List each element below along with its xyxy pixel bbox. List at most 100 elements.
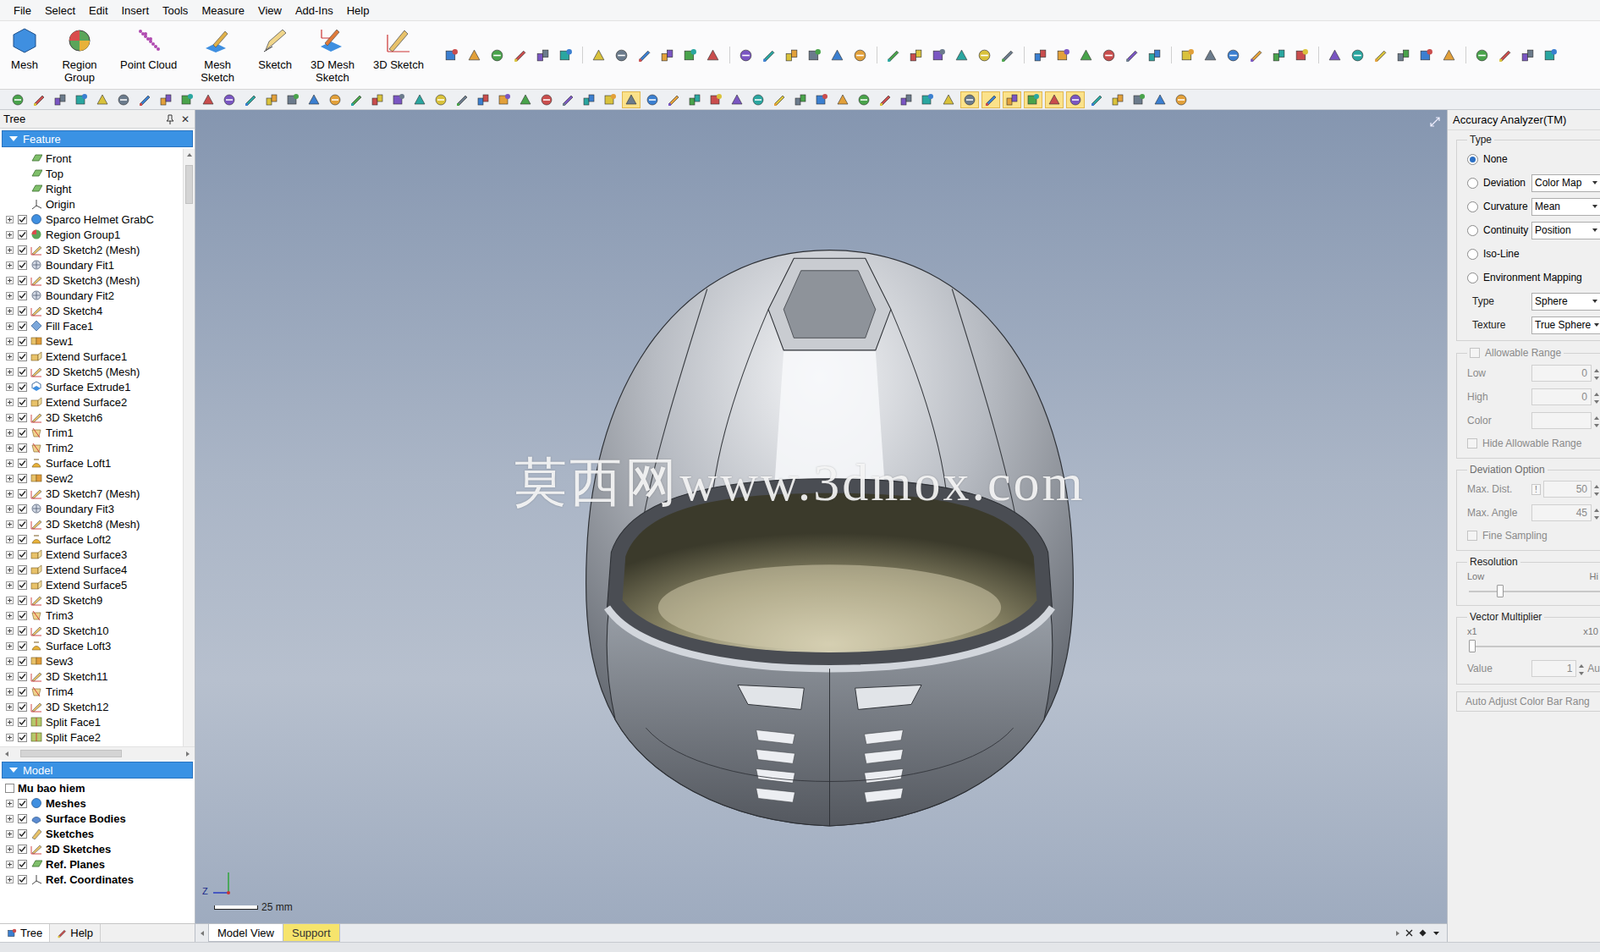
visibility-checkbox[interactable]: [17, 428, 28, 438]
vector-value[interactable]: Value1Au: [1467, 656, 1600, 681]
expand-toggle[interactable]: [5, 474, 14, 483]
ribbon-button[interactable]: Mesh: [5, 22, 44, 88]
radio-button[interactable]: [1467, 153, 1479, 165]
menu-item[interactable]: Measure: [194, 2, 252, 19]
toolbar-button[interactable]: [71, 91, 91, 109]
menu-item[interactable]: View: [251, 2, 289, 19]
feature-item[interactable]: Sew2: [0, 470, 183, 486]
expand-toggle[interactable]: [5, 352, 14, 361]
pin-icon[interactable]: [165, 114, 175, 125]
ribbon-button[interactable]: 3D Mesh Sketch: [298, 22, 367, 88]
visibility-checkbox[interactable]: [17, 291, 28, 301]
visibility-checkbox[interactable]: [17, 641, 28, 651]
ribbon-tool[interactable]: [556, 46, 576, 64]
feature-item[interactable]: 3D Sketch6: [0, 409, 183, 425]
model-item[interactable]: Ref. Coordinates: [0, 871, 195, 887]
type-option[interactable]: DeviationColor Map: [1467, 170, 1600, 195]
ribbon-tool[interactable]: [851, 46, 870, 64]
visibility-checkbox[interactable]: [17, 214, 28, 225]
toolbar-button[interactable]: [473, 91, 493, 109]
toolbar-button[interactable]: [1129, 91, 1149, 109]
expand-toggle[interactable]: [5, 398, 14, 407]
toolbar-button[interactable]: [1044, 91, 1064, 109]
feature-item[interactable]: Trim4: [0, 683, 183, 699]
toolbar-button[interactable]: [981, 91, 1001, 109]
feature-item[interactable]: Split Face1: [0, 714, 183, 730]
helmet-model[interactable]: [584, 247, 1075, 831]
toolbar-button[interactable]: [896, 91, 916, 109]
ribbon-tool[interactable]: [1473, 46, 1492, 64]
slider[interactable]: [1467, 581, 1600, 602]
toolbar-button[interactable]: [29, 91, 49, 109]
feature-item[interactable]: 3D Sketch9: [0, 592, 183, 608]
menu-item[interactable]: File: [6, 2, 39, 19]
toolbar-button[interactable]: [579, 91, 599, 109]
toolbar-button[interactable]: [516, 91, 535, 109]
ribbon-tool[interactable]: [1224, 46, 1243, 64]
feature-item[interactable]: Surface Loft3: [0, 637, 183, 654]
toolbar-button[interactable]: [727, 91, 747, 109]
ribbon-tool[interactable]: [1270, 46, 1289, 64]
toolbar-button[interactable]: [812, 91, 831, 109]
ribbon-tool[interactable]: [533, 46, 553, 64]
expand-toggle[interactable]: [5, 830, 14, 838]
range-field[interactable]: Color: [1467, 408, 1600, 433]
ribbon-tool[interactable]: [907, 46, 926, 64]
expand-toggle[interactable]: [5, 626, 14, 635]
ribbon-tool[interactable]: [442, 46, 462, 64]
toolbar-button[interactable]: [1066, 91, 1085, 109]
ribbon-tool[interactable]: [1325, 46, 1345, 64]
toolbar-button[interactable]: [283, 91, 303, 109]
feature-item[interactable]: Fill Face1: [0, 318, 183, 334]
feature-item[interactable]: Surface Loft2: [0, 531, 183, 547]
toolbar-button[interactable]: [1108, 91, 1128, 109]
feature-item[interactable]: Extend Surface5: [0, 577, 183, 593]
env-select[interactable]: Sphere: [1531, 292, 1600, 311]
expand-toggle[interactable]: [5, 505, 14, 513]
expand-toggle[interactable]: [5, 307, 14, 315]
ribbon-tool[interactable]: [681, 46, 700, 64]
expand-toggle[interactable]: [5, 566, 14, 574]
fine-sampling-option[interactable]: Fine Sampling: [1467, 524, 1600, 547]
expand-toggle[interactable]: [5, 322, 14, 330]
ribbon-tool[interactable]: [1145, 46, 1165, 64]
expand-toggle[interactable]: [5, 718, 14, 726]
horizontal-scrollbar[interactable]: [0, 746, 195, 760]
visibility-checkbox[interactable]: [17, 397, 28, 407]
type-option[interactable]: Environment Mapping: [1467, 265, 1600, 290]
toolbar-button[interactable]: [643, 91, 662, 109]
toolbar-button[interactable]: [304, 91, 324, 109]
ribbon-button[interactable]: 3D Sketch: [368, 22, 429, 88]
visibility-checkbox[interactable]: [17, 549, 28, 560]
model-header[interactable]: Model: [1, 761, 193, 779]
toolbar-button[interactable]: [621, 91, 641, 109]
dropdown-icon[interactable]: [1432, 929, 1441, 937]
menu-item[interactable]: Edit: [82, 2, 115, 19]
toolbar-button[interactable]: [241, 91, 260, 109]
visibility-checkbox[interactable]: [17, 829, 28, 839]
feature-item[interactable]: Boundary Fit1: [0, 257, 183, 273]
expand-toggle[interactable]: [5, 687, 14, 696]
menu-item[interactable]: Help: [340, 2, 377, 19]
visibility-checkbox[interactable]: [17, 230, 28, 240]
expand-toggle[interactable]: [5, 337, 14, 346]
feature-item[interactable]: Trim1: [0, 424, 183, 440]
feature-item[interactable]: Top: [0, 165, 183, 182]
ribbon-button[interactable]: Point Cloud: [115, 22, 182, 88]
feature-item[interactable]: Sew1: [0, 333, 183, 349]
visibility-checkbox[interactable]: [17, 443, 28, 453]
view-tab[interactable]: Model View: [208, 923, 284, 942]
feature-item[interactable]: Extend Surface1: [0, 348, 183, 364]
vertical-scrollbar[interactable]: [182, 148, 195, 747]
ribbon-tool[interactable]: [1541, 46, 1561, 64]
ribbon-tool[interactable]: [805, 46, 825, 64]
env-field[interactable]: TextureTrue Sphere: [1467, 313, 1600, 337]
feature-item[interactable]: Surface Loft1: [0, 455, 183, 471]
expand-toggle[interactable]: [5, 368, 14, 376]
ribbon-tool[interactable]: [1122, 46, 1142, 64]
expand-toggle[interactable]: [5, 413, 14, 422]
menu-item[interactable]: Select: [38, 2, 83, 19]
toolbar-button[interactable]: [664, 91, 683, 109]
ribbon-tool[interactable]: [1292, 46, 1312, 64]
feature-item[interactable]: Extend Surface3: [0, 546, 183, 562]
